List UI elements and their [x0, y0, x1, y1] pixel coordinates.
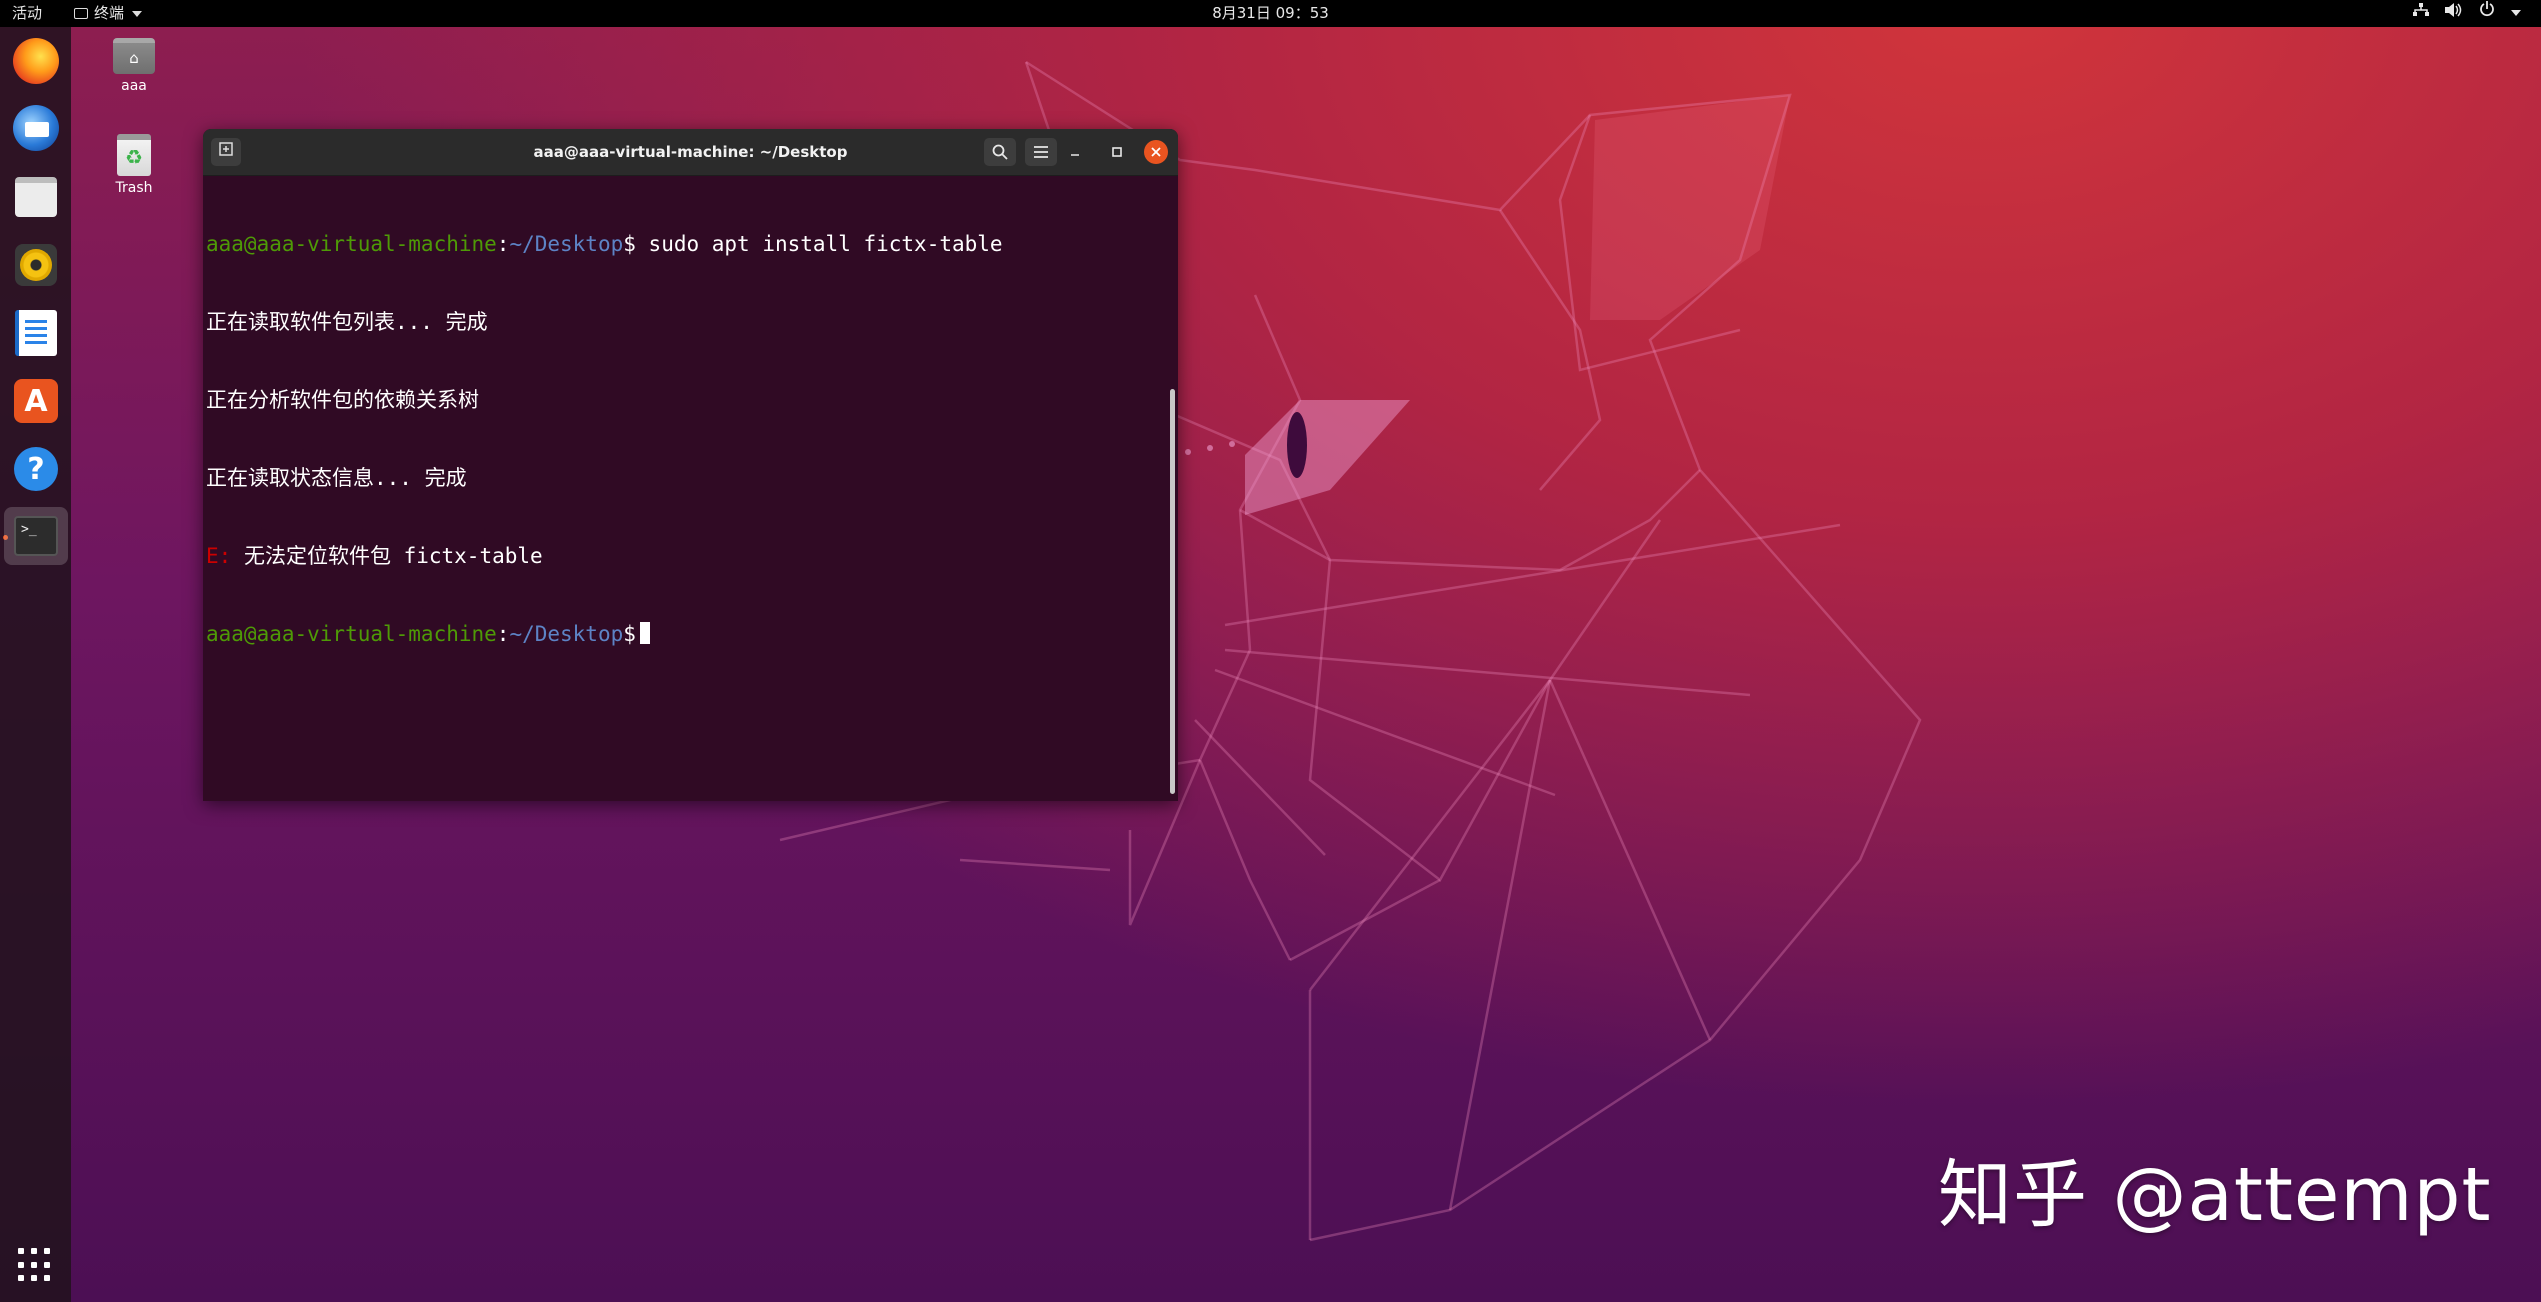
terminal-error-line: E: 无法定位软件包 fictx-table	[206, 543, 1164, 569]
terminal-output[interactable]: aaa@aaa-virtual-machine:~/Desktop$ sudo …	[206, 179, 1164, 801]
hamburger-icon	[1034, 146, 1048, 158]
error-prefix: E:	[206, 544, 232, 568]
terminal-output-line: 正在读取状态信息... 完成	[206, 466, 467, 490]
prompt-separator: :	[496, 622, 510, 646]
minimize-button[interactable]	[1063, 140, 1087, 164]
dock: A ? >_	[0, 27, 71, 1302]
terminal-headerbar[interactable]: aaa@aaa-virtual-machine: ~/Desktop	[203, 129, 1178, 176]
maximize-button[interactable]	[1105, 140, 1129, 164]
desktop-icon-home[interactable]: ⌂ aaa	[89, 38, 179, 94]
power-icon[interactable]	[2479, 0, 2495, 27]
dock-item-terminal[interactable]: >_	[4, 507, 68, 565]
terminal-output-line: 正在读取软件包列表... 完成	[206, 310, 488, 334]
prompt-symbol: $	[623, 232, 636, 256]
prompt-separator: :	[496, 232, 510, 256]
watermark: 知乎 @attempt	[1938, 1152, 2492, 1238]
clock[interactable]: 8月31日 09：53	[0, 0, 2541, 27]
files-icon	[15, 177, 57, 217]
dock-item-software[interactable]: A	[10, 375, 62, 427]
close-icon	[1151, 147, 1161, 157]
desktop-icon-label: Trash	[115, 180, 153, 196]
desktop-icon-trash[interactable]: ♻ Trash	[89, 134, 179, 196]
prompt-user: aaa@aaa-virtual-machine	[206, 622, 497, 646]
maximize-icon	[1112, 147, 1122, 157]
system-tray[interactable]	[2413, 0, 2521, 27]
rhythmbox-icon	[15, 244, 57, 286]
thunderbird-icon	[13, 105, 59, 151]
minimize-icon	[1071, 154, 1079, 156]
top-bar: 活动 终端 8月31日 09：53	[0, 0, 2541, 27]
text-cursor	[639, 622, 650, 644]
terminal-scrollbar[interactable]	[1170, 389, 1175, 794]
terminal-icon: >_	[14, 516, 58, 556]
prompt-user: aaa@aaa-virtual-machine	[206, 232, 497, 256]
help-icon: ?	[14, 447, 58, 491]
firefox-icon	[13, 38, 59, 84]
desktop-icon-label: aaa	[121, 78, 147, 94]
writer-icon	[15, 310, 57, 356]
terminal-line-prompt: aaa@aaa-virtual-machine:~/Desktop$	[206, 621, 1164, 647]
terminal-line-command: aaa@aaa-virtual-machine:~/Desktop$ sudo …	[206, 231, 1164, 257]
prompt-path: ~/Desktop	[509, 232, 624, 256]
volume-icon[interactable]	[2445, 0, 2463, 27]
network-icon[interactable]	[2413, 0, 2429, 27]
dock-item-writer[interactable]	[10, 307, 62, 359]
chevron-down-icon[interactable]	[2511, 0, 2521, 27]
terminal-output-line: 正在分析软件包的依赖关系树	[206, 388, 479, 412]
command-text: sudo apt install fictx-table	[635, 232, 1003, 256]
show-applications-button[interactable]	[18, 1248, 54, 1284]
terminal-window[interactable]: aaa@aaa-virtual-machine: ~/Desktop aaa@a…	[203, 129, 1178, 801]
dock-item-rhythmbox[interactable]	[10, 239, 62, 291]
search-icon	[992, 144, 1008, 160]
prompt-symbol: $	[623, 622, 636, 646]
dock-item-help[interactable]: ?	[10, 443, 62, 495]
dock-item-files[interactable]	[10, 171, 62, 223]
home-folder-icon: ⌂	[113, 38, 155, 74]
error-message: 无法定位软件包 fictx-table	[231, 544, 543, 568]
prompt-path: ~/Desktop	[509, 622, 624, 646]
dock-item-firefox[interactable]	[10, 35, 62, 87]
dock-item-thunderbird[interactable]	[10, 102, 62, 154]
search-button[interactable]	[984, 138, 1016, 166]
software-icon: A	[14, 379, 58, 423]
trash-icon: ♻	[117, 134, 151, 176]
menu-button[interactable]	[1025, 138, 1057, 166]
close-button[interactable]	[1144, 140, 1168, 164]
